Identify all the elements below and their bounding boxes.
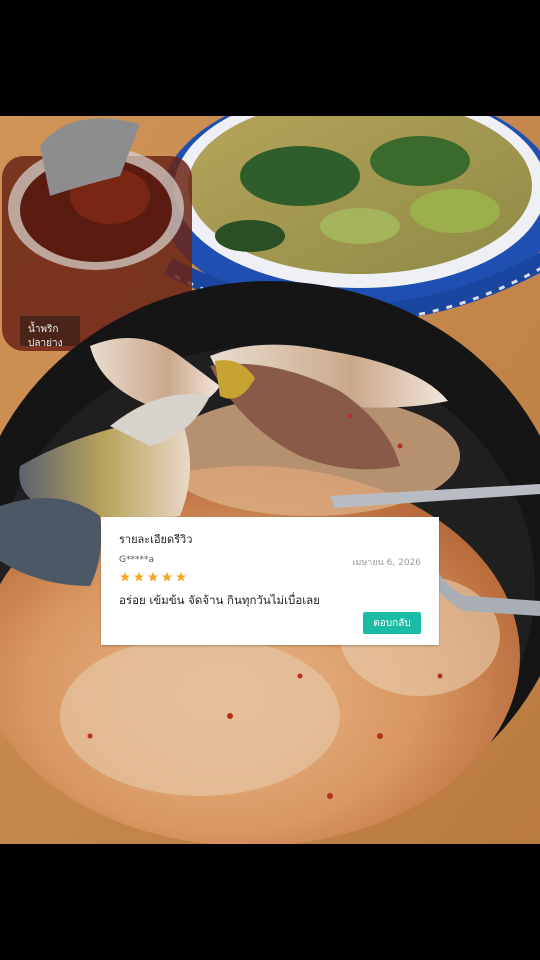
star-icon: [176, 572, 186, 582]
food-photo: น้ำพริก ปลาย่าง: [0, 116, 540, 844]
jar-label-line1: น้ำพริก: [28, 321, 58, 335]
star-icon: [134, 572, 144, 582]
reply-button[interactable]: ตอบกลับ: [363, 612, 421, 634]
reviewer-name: G*****a: [119, 555, 154, 565]
review-card-title: รายละเอียดรีวิว: [119, 533, 193, 546]
review-text: อร่อย เข้มข้น จัดจ้าน กินทุกวันไม่เบื่อเ…: [119, 593, 320, 607]
star-icon: [162, 572, 172, 582]
food-photo-illustration: น้ำพริก ปลาย่าง: [0, 116, 540, 844]
star-icon: [148, 572, 158, 582]
star-rating: [119, 571, 187, 583]
star-icon: [120, 572, 130, 582]
review-card: รายละเอียดรีวิว G*****a เมษายน 6, 2026 อ…: [101, 517, 439, 645]
review-date: เมษายน 6, 2026: [352, 558, 421, 568]
jar-label-line2: ปลาย่าง: [28, 338, 63, 349]
